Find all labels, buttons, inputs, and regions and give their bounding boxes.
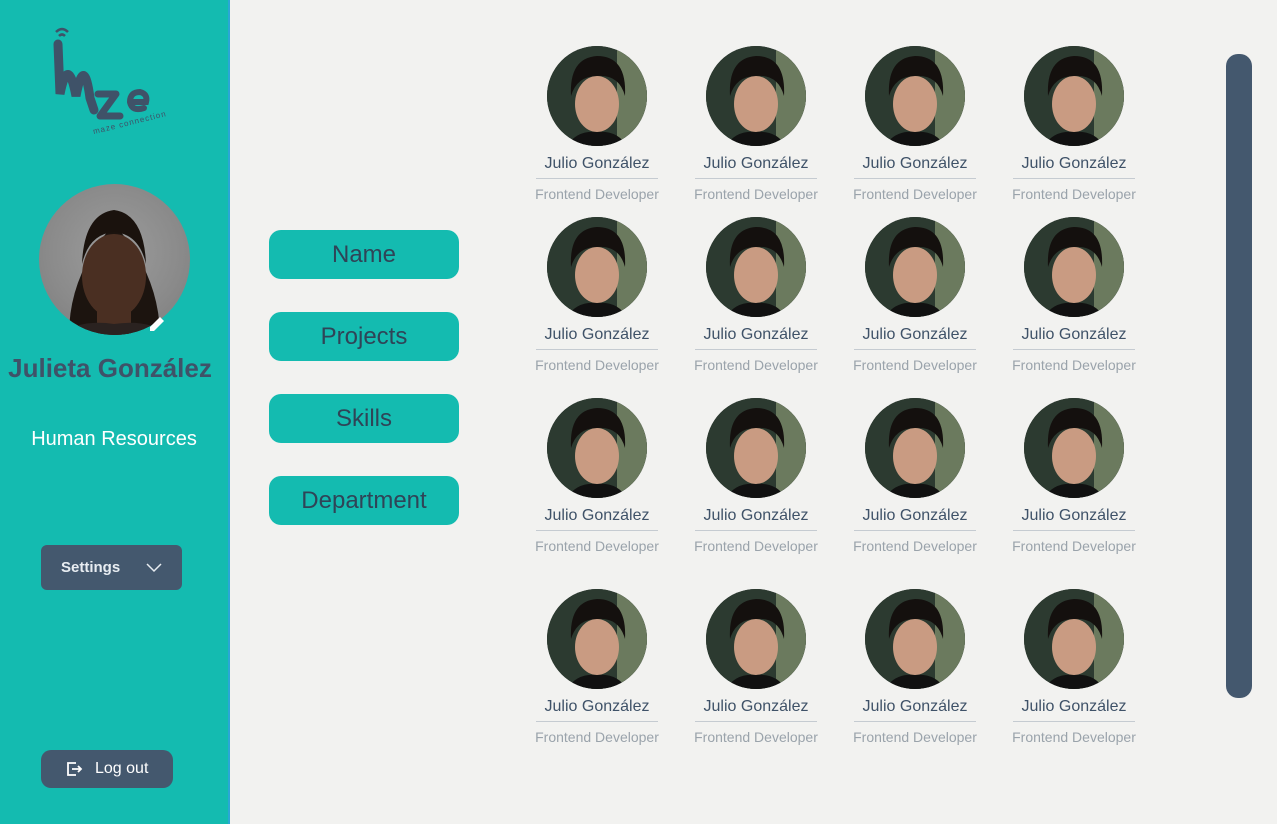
person-photo — [1024, 46, 1124, 146]
person-name: Julio González — [1013, 507, 1135, 531]
person-name: Julio González — [695, 507, 817, 531]
person-photo — [865, 217, 965, 317]
person-card[interactable]: Julio González Frontend Developer — [686, 589, 826, 745]
person-title: Frontend Developer — [853, 538, 977, 554]
person-title: Frontend Developer — [1012, 729, 1136, 745]
person-title: Frontend Developer — [853, 357, 977, 373]
settings-label: Settings — [61, 559, 121, 576]
person-title: Frontend Developer — [535, 186, 659, 202]
person-photo — [865, 589, 965, 689]
person-name: Julio González — [536, 155, 658, 179]
person-title: Frontend Developer — [853, 729, 977, 745]
sidebar: maze connection Julieta González Human R… — [0, 0, 230, 824]
person-name: Julio González — [536, 507, 658, 531]
person-name: Julio González — [854, 155, 976, 179]
person-card[interactable]: Julio González Frontend Developer — [686, 46, 826, 202]
person-photo — [547, 589, 647, 689]
person-title: Frontend Developer — [694, 357, 818, 373]
person-card[interactable]: Julio González Frontend Developer — [527, 589, 667, 745]
logout-label: Log out — [95, 760, 149, 777]
person-name: Julio González — [536, 698, 658, 722]
person-photo — [706, 398, 806, 498]
person-card[interactable]: Julio González Frontend Developer — [686, 217, 826, 373]
person-photo — [1024, 217, 1124, 317]
person-name: Julio González — [1013, 698, 1135, 722]
person-card[interactable]: Julio González Frontend Developer — [845, 217, 985, 373]
person-card[interactable]: Julio González Frontend Developer — [1004, 589, 1144, 745]
person-photo — [547, 46, 647, 146]
person-name: Julio González — [695, 155, 817, 179]
person-photo — [706, 589, 806, 689]
person-title: Frontend Developer — [1012, 357, 1136, 373]
person-card[interactable]: Julio González Frontend Developer — [845, 46, 985, 202]
person-title: Frontend Developer — [694, 729, 818, 745]
person-card[interactable]: Julio González Frontend Developer — [1004, 46, 1144, 202]
person-title: Frontend Developer — [694, 538, 818, 554]
person-photo — [706, 217, 806, 317]
filter-skills-button[interactable]: Skills — [269, 394, 459, 443]
person-card[interactable]: Julio González Frontend Developer — [845, 398, 985, 554]
person-photo — [547, 398, 647, 498]
person-card[interactable]: Julio González Frontend Developer — [1004, 398, 1144, 554]
person-title: Frontend Developer — [1012, 538, 1136, 554]
person-name: Julio González — [695, 698, 817, 722]
scrollbar[interactable] — [1226, 54, 1252, 698]
person-title: Frontend Developer — [853, 186, 977, 202]
person-name: Julio González — [854, 507, 976, 531]
person-photo — [865, 398, 965, 498]
person-photo — [1024, 589, 1124, 689]
person-title: Frontend Developer — [1012, 186, 1136, 202]
person-title: Frontend Developer — [694, 186, 818, 202]
person-title: Frontend Developer — [535, 729, 659, 745]
person-photo — [547, 217, 647, 317]
filter-name-button[interactable]: Name — [269, 230, 459, 279]
chevron-down-icon — [146, 563, 162, 573]
profile-avatar[interactable] — [39, 184, 190, 335]
person-name: Julio González — [536, 326, 658, 350]
person-name: Julio González — [854, 698, 976, 722]
pencil-icon[interactable] — [146, 313, 168, 335]
person-title: Frontend Developer — [535, 357, 659, 373]
person-photo — [865, 46, 965, 146]
person-photo — [1024, 398, 1124, 498]
person-name: Julio González — [854, 326, 976, 350]
person-card[interactable]: Julio González Frontend Developer — [1004, 217, 1144, 373]
logout-button[interactable]: Log out — [41, 750, 173, 788]
filter-projects-button[interactable]: Projects — [269, 312, 459, 361]
person-name: Julio González — [1013, 155, 1135, 179]
person-card[interactable]: Julio González Frontend Developer — [527, 46, 667, 202]
person-photo — [706, 46, 806, 146]
person-name: Julio González — [695, 326, 817, 350]
filter-buttons: Name Projects Skills Department — [269, 230, 459, 558]
filter-department-button[interactable]: Department — [269, 476, 459, 525]
person-card[interactable]: Julio González Frontend Developer — [686, 398, 826, 554]
person-card[interactable]: Julio González Frontend Developer — [527, 398, 667, 554]
person-title: Frontend Developer — [535, 538, 659, 554]
maze-connection-logo: maze connection — [53, 27, 167, 134]
person-card[interactable]: Julio González Frontend Developer — [527, 217, 667, 373]
person-card[interactable]: Julio González Frontend Developer — [845, 589, 985, 745]
user-role: Human Resources — [31, 428, 197, 450]
person-name: Julio González — [1013, 326, 1135, 350]
user-name: Julieta González — [8, 353, 212, 383]
logout-icon — [67, 762, 83, 776]
settings-dropdown[interactable]: Settings — [41, 545, 182, 590]
